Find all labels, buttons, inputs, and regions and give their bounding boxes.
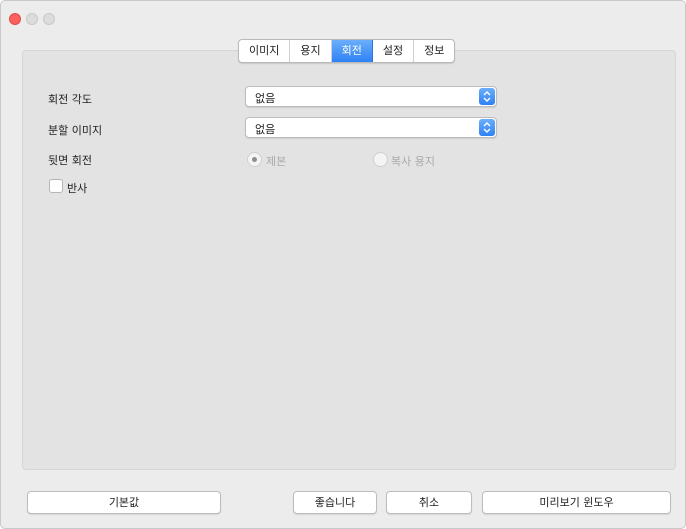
back-rotation-label: 뒷면 회전 [48, 154, 92, 167]
close-window-icon[interactable] [9, 13, 21, 25]
preview-window-button[interactable]: 미리보기 윈도우 [482, 491, 671, 514]
tab-info[interactable]: 정보 [414, 40, 454, 62]
defaults-button[interactable]: 기본값 [27, 491, 221, 514]
tab-paper[interactable]: 용지 [290, 40, 332, 62]
radio-binding-label: 제본 [266, 155, 287, 168]
updown-chevron-icon [479, 88, 495, 105]
radio-selected-dot [252, 157, 257, 162]
mirror-checkbox[interactable] [49, 179, 63, 193]
title-bar [1, 1, 685, 25]
updown-chevron-icon [479, 119, 495, 136]
tab-settings[interactable]: 설정 [373, 40, 415, 62]
cancel-button[interactable]: 취소 [386, 491, 472, 514]
settings-window: 이미지 용지 회전 설정 정보 회전 각도 없음 분할 이미지 없음 뒷면 회전… [0, 0, 686, 529]
tab-rotation[interactable]: 회전 [331, 40, 373, 62]
tab-bar: 이미지 용지 회전 설정 정보 [238, 39, 456, 63]
split-image-label: 분할 이미지 [48, 124, 103, 137]
radio-copy-paper[interactable] [373, 152, 388, 167]
radio-copy-paper-label: 복사 용지 [391, 155, 435, 168]
split-image-select[interactable]: 없음 [245, 117, 497, 138]
rotation-angle-select[interactable]: 없음 [245, 86, 497, 107]
radio-binding[interactable] [247, 152, 262, 167]
minimize-window-icon[interactable] [26, 13, 38, 25]
settings-panel [22, 50, 676, 470]
rotation-angle-label: 회전 각도 [48, 93, 92, 106]
tab-image[interactable]: 이미지 [239, 40, 291, 62]
ok-button[interactable]: 좋습니다 [293, 491, 377, 514]
mirror-label: 반사 [67, 182, 88, 195]
zoom-window-icon[interactable] [43, 13, 55, 25]
rotation-angle-value: 없음 [255, 92, 276, 105]
split-image-value: 없음 [255, 123, 276, 136]
